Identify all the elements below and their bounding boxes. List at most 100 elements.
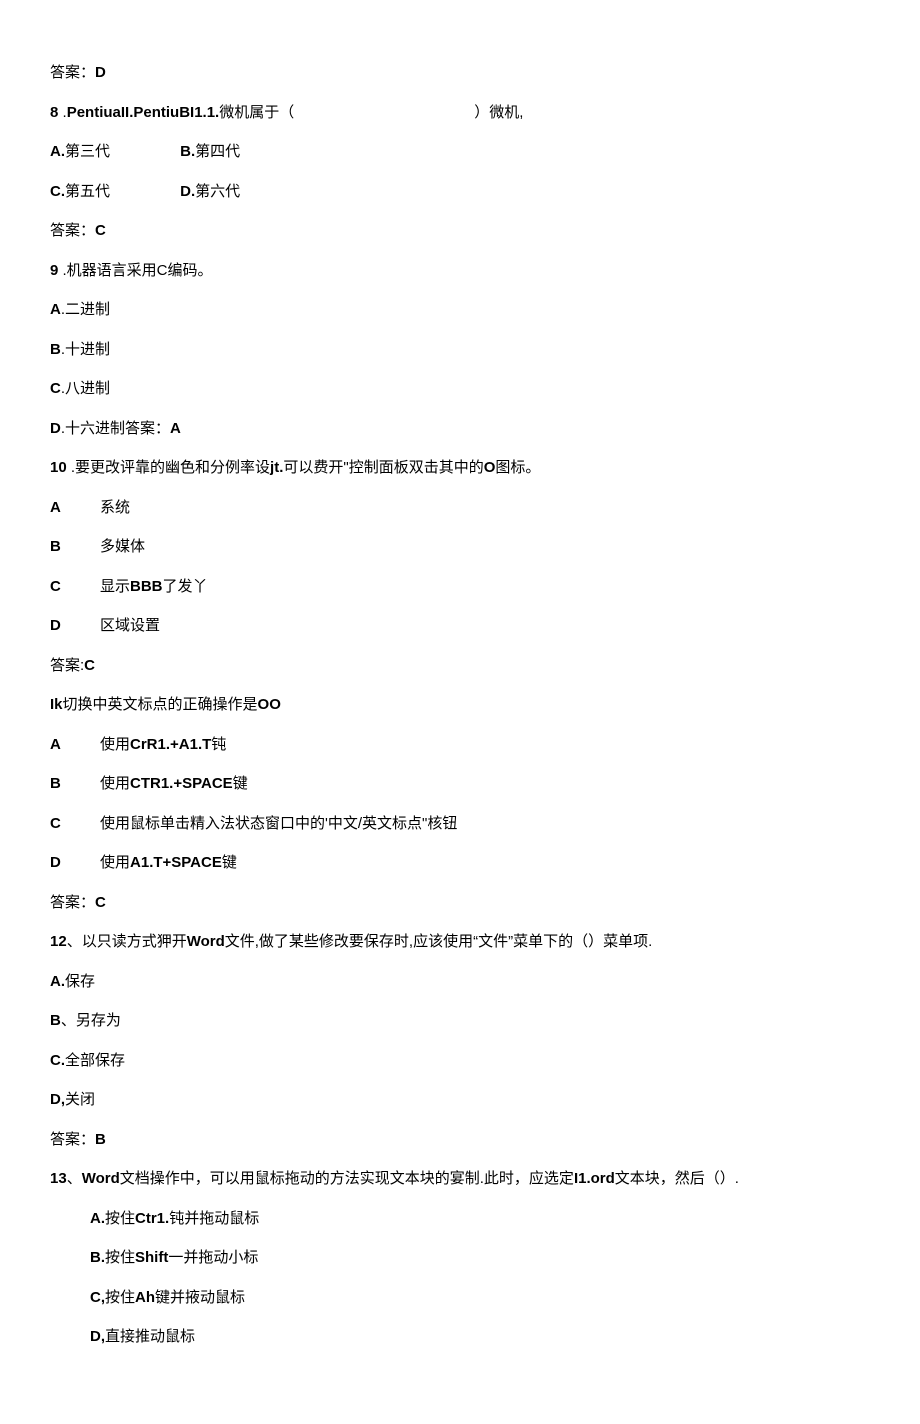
q13-b2: I1.ord	[574, 1170, 615, 1187]
q10-s3: 图标。	[495, 459, 540, 476]
q13-s2: 文档操作中，可以用鼠标拖动的方法实现文本块的宴制.此时，应选定	[120, 1170, 574, 1187]
question-11-stem: Ik切换中英文标点的正确操作是OO	[50, 692, 870, 718]
optD-post: 键	[222, 854, 237, 871]
q13-optB: B.按住Shift一并拖动小标	[50, 1245, 870, 1271]
q12-optC: C.全部保存	[50, 1048, 870, 1074]
q12-optA: A.保存	[50, 969, 870, 995]
q8-optB: B.第四代	[180, 139, 306, 165]
answer-12: 答案：B	[50, 1127, 870, 1153]
q13-optC: C,按住Ah键并掖动鼠标	[50, 1285, 870, 1311]
optB-pre: 按住	[105, 1249, 135, 1266]
optB-post: 一并拖动小标	[168, 1249, 258, 1266]
q11-mid: 切换中英文标点的正确操作是	[63, 696, 258, 713]
q10-s1: .要更改评靠的幽色和分例率设	[67, 459, 270, 476]
q12-num: 12	[50, 933, 67, 950]
q12-b1: Word	[187, 933, 225, 950]
optB-label: B	[50, 534, 100, 560]
optB-bold: CTR1.+SPACE	[130, 775, 233, 792]
answer-value: D	[95, 64, 106, 81]
optC-label: C	[50, 811, 100, 837]
q11-optB: B使用CTR1.+SPACE键	[50, 771, 870, 797]
optA-post: 钝并拖动鼠标	[169, 1210, 259, 1227]
optD-label: D,	[90, 1328, 105, 1345]
answer-10: 答案:C	[50, 653, 870, 679]
optA-text: 保存	[65, 973, 95, 990]
optB-label: B	[50, 771, 100, 797]
optA-bold: CrR1.+A1.T	[130, 736, 211, 753]
optD-label: D	[50, 850, 100, 876]
q13-s1: 、	[67, 1170, 82, 1187]
optA-text: 第三代	[65, 143, 110, 160]
optC-post: 键并掖动鼠标	[155, 1289, 245, 1306]
optD-val: A	[170, 420, 181, 437]
optB-text: 第四代	[195, 143, 240, 160]
optA-bold: Ctr1.	[135, 1210, 169, 1227]
optA-label: A	[50, 495, 100, 521]
optC-bold: BBB	[130, 578, 163, 595]
q8-optA: A.第三代	[50, 139, 176, 165]
answer-11: 答案：C	[50, 890, 870, 916]
question-13-stem: 13、Word文档操作中，可以用鼠标拖动的方法实现文本块的宴制.此时，应选定I1…	[50, 1166, 870, 1192]
optA-post: 钝	[211, 736, 226, 753]
optC-text: 第五代	[65, 183, 110, 200]
optB-pre: 使用	[100, 775, 130, 792]
optA-pre: 按住	[105, 1210, 135, 1227]
optC-pre: 按住	[105, 1289, 135, 1306]
q10-optA: A系统	[50, 495, 870, 521]
optD-bold: A1.T+SPACE	[130, 854, 222, 871]
optC-post: 了发丫	[163, 578, 208, 595]
q10-s2: 可以费开"控制面板双击其中的	[283, 459, 483, 476]
optA-label: A.	[90, 1210, 105, 1227]
optB-text: .十进制	[61, 341, 110, 358]
optD-label: D.	[180, 183, 195, 200]
optA-label: A	[50, 732, 100, 758]
optA-label: A.	[50, 143, 65, 160]
q12-s2: 文件,做了某些修改要保存时,应该使用“文件”菜单下的（）菜单项.	[225, 933, 653, 950]
q13-num: 13	[50, 1170, 67, 1187]
question-9-stem: 9 .机器语言采用C编码。	[50, 258, 870, 284]
q10-optD: D区域设置	[50, 613, 870, 639]
optB-label: B	[50, 341, 61, 358]
optC-text: 全部保存	[65, 1052, 125, 1069]
q9-rest: .机器语言采用C编码。	[58, 262, 212, 279]
optB-text: 多媒体	[100, 538, 145, 555]
optD-text: 区域设置	[100, 617, 160, 634]
optD-label: D,	[50, 1091, 65, 1108]
q13-optD: D,直接推动鼠标	[50, 1324, 870, 1350]
q10-num: 10	[50, 459, 67, 476]
answer-7: 答案：D	[50, 60, 870, 86]
q13-b1: Word	[82, 1170, 120, 1187]
optD-text: .十六进制答案：	[61, 420, 170, 437]
answer-value: C	[95, 894, 106, 911]
optD-pre: 使用	[100, 854, 130, 871]
optC-label: C	[50, 380, 61, 397]
q12-optB: B、另存为	[50, 1008, 870, 1034]
optD-text: 第六代	[195, 183, 240, 200]
optA-text: .二进制	[61, 301, 110, 318]
optB-label: B.	[180, 143, 195, 160]
optC-label: C.	[50, 1052, 65, 1069]
q11-optD: D使用A1.T+SPACE键	[50, 850, 870, 876]
q8-options-row1: A.第三代 B.第四代	[50, 139, 870, 165]
q12-s1: 、以只读方式狎开	[67, 933, 187, 950]
q9-optD: D.十六进制答案：A	[50, 416, 870, 442]
q9-optA: A.二进制	[50, 297, 870, 323]
q10-optB: B多媒体	[50, 534, 870, 560]
optA-label: A.	[50, 973, 65, 990]
q9-optB: B.十进制	[50, 337, 870, 363]
optC-label: C,	[90, 1289, 105, 1306]
q10-b2: O	[484, 459, 496, 476]
optA-pre: 使用	[100, 736, 130, 753]
optB-bold: Shift	[135, 1249, 168, 1266]
optB-post: 键	[233, 775, 248, 792]
optB-text: 、另存为	[61, 1012, 121, 1029]
optD-label: D	[50, 613, 100, 639]
answer-label: 答案：	[50, 1131, 95, 1148]
q8-options-row2: C.第五代 D.第六代	[50, 179, 870, 205]
optD-text: 直接推动鼠标	[105, 1328, 195, 1345]
optC-label: C	[50, 574, 100, 600]
optC-label: C.	[50, 183, 65, 200]
optD-label: D	[50, 420, 61, 437]
q8-optC: C.第五代	[50, 179, 176, 205]
q11-optC: C使用鼠标单击精入法状态窗口中的'中文/英文标点"核钮	[50, 811, 870, 837]
